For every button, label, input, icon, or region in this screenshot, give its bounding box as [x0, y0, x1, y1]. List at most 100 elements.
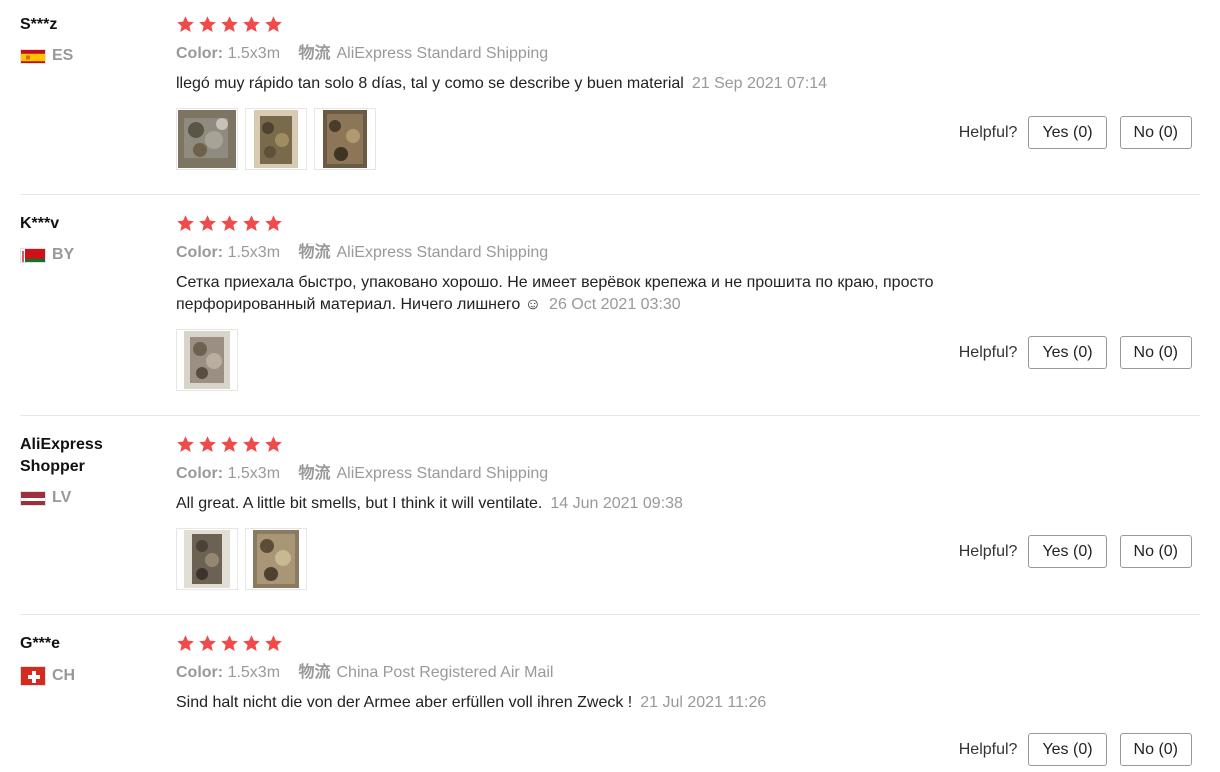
star-icon: [220, 214, 239, 233]
spain-flag-icon: [20, 48, 46, 64]
helpful-label: Helpful?: [958, 740, 1018, 758]
country-code: LV: [52, 489, 72, 506]
country-code: BY: [52, 246, 75, 263]
review-text: llegó muy rápido tan solo 8 días, tal y …: [176, 73, 1036, 95]
review-photos: [176, 108, 376, 170]
review-date: 21 Jul 2021 11:26: [640, 694, 767, 711]
shipping-label: 物流: [298, 664, 331, 681]
color-value: 1.5x3m: [227, 45, 281, 62]
review-date: 26 Oct 2021 03:30: [549, 296, 681, 313]
helpful-controls: Helpful? Yes (0) No (0): [959, 733, 1192, 766]
star-icon: [176, 634, 195, 653]
star-icon: [198, 634, 217, 653]
helpful-no-button[interactable]: No (0): [1119, 535, 1192, 568]
review-divider: [20, 194, 1200, 195]
star-icon: [242, 15, 261, 34]
helpful-label: Helpful?: [958, 343, 1018, 361]
country-code: ES: [52, 47, 74, 64]
helpful-yes-button[interactable]: Yes (0): [1028, 535, 1107, 568]
review-meta: Color: 1.5x3m 物流 AliExpress Standard Ship…: [176, 43, 1200, 65]
reviewer-country: LV: [20, 489, 71, 507]
star-icon: [242, 634, 261, 653]
review-photo[interactable]: [245, 528, 307, 590]
helpful-no-button[interactable]: No (0): [1119, 336, 1192, 369]
reviewer-name: S***z: [20, 16, 58, 33]
reviewer-name: AliExpress Shopper: [20, 436, 103, 475]
star-icon: [264, 634, 283, 653]
latvia-flag-icon: [20, 490, 46, 506]
reviewer-name: G***e: [20, 635, 61, 652]
review-divider: [20, 614, 1200, 615]
star-icon: [176, 214, 195, 233]
review-text: Sind halt nicht die von der Armee aber e…: [176, 692, 1036, 714]
review-photo[interactable]: [245, 108, 307, 170]
review-photo[interactable]: [314, 108, 376, 170]
shipping-value: China Post Registered Air Mail: [336, 664, 554, 681]
color-value: 1.5x3m: [227, 465, 281, 482]
review-body: All great. A little bit smells, but I th…: [176, 495, 543, 512]
shipping-value: AliExpress Standard Shipping: [336, 45, 549, 62]
star-icon: [264, 214, 283, 233]
review-meta: Color: 1.5x3m 物流 China Post Registered Ai…: [176, 662, 1200, 684]
review-photos: [176, 528, 307, 590]
reviewer-country: BY: [20, 246, 74, 264]
review-text: All great. A little bit smells, but I th…: [176, 493, 1036, 515]
review-item: AliExpress Shopper LV Color: 1.5x3m 物流 Al…: [20, 434, 1200, 615]
shipping-value: AliExpress Standard Shipping: [336, 465, 549, 482]
helpful-label: Helpful?: [958, 542, 1018, 560]
review-content: Color: 1.5x3m 物流 AliExpress Standard Ship…: [176, 14, 1200, 95]
star-rating: [176, 633, 1200, 653]
review-photo[interactable]: [176, 528, 238, 590]
review-photo[interactable]: [176, 108, 238, 170]
star-icon: [220, 634, 239, 653]
review-content: Color: 1.5x3m 物流 AliExpress Standard Ship…: [176, 434, 1200, 515]
star-icon: [264, 15, 283, 34]
star-rating: [176, 14, 1200, 34]
color-label: Color:: [176, 45, 224, 62]
shipping-label: 物流: [298, 465, 331, 482]
shipping-label: 物流: [298, 45, 331, 62]
review-item: G***e CH Color: 1.5x3m 物流 China Post Regi…: [20, 633, 1200, 772]
star-icon: [198, 214, 217, 233]
color-value: 1.5x3m: [227, 664, 281, 681]
review-photo[interactable]: [176, 329, 238, 391]
review-item: K***v BY Color: 1.5x3m 物流 AliExpress Stan…: [20, 213, 1200, 416]
star-icon: [198, 15, 217, 34]
switzerland-flag-icon: [20, 666, 46, 686]
review-item: S***z ES Color: 1.5x3m 物流 AliExpress Stan…: [20, 14, 1200, 195]
review-meta: Color: 1.5x3m 物流 AliExpress Standard Ship…: [176, 463, 1200, 485]
reviewer-country: ES: [20, 47, 73, 65]
color-label: Color:: [176, 664, 224, 681]
star-icon: [242, 214, 261, 233]
helpful-yes-button[interactable]: Yes (0): [1028, 733, 1107, 766]
star-icon: [220, 435, 239, 454]
country-code: CH: [52, 667, 76, 684]
helpful-yes-button[interactable]: Yes (0): [1028, 116, 1107, 149]
star-icon: [198, 435, 217, 454]
review-date: 21 Sep 2021 07:14: [691, 75, 828, 92]
review-text: Сетка приехала быстро, упаковано хорошо.…: [176, 272, 1036, 316]
reviewer-country: CH: [20, 666, 75, 686]
helpful-no-button[interactable]: No (0): [1119, 733, 1192, 766]
review-body: llegó muy rápido tan solo 8 días, tal y …: [176, 75, 684, 92]
reviewer-name: K***v: [20, 215, 60, 232]
shipping-label: 物流: [298, 244, 331, 261]
helpful-controls: Helpful? Yes (0) No (0): [959, 336, 1192, 369]
color-label: Color:: [176, 244, 224, 261]
review-content: Color: 1.5x3m 物流 AliExpress Standard Ship…: [176, 213, 1200, 316]
review-divider: [20, 415, 1200, 416]
helpful-no-button[interactable]: No (0): [1119, 116, 1192, 149]
helpful-controls: Helpful? Yes (0) No (0): [959, 116, 1192, 149]
color-label: Color:: [176, 465, 224, 482]
helpful-yes-button[interactable]: Yes (0): [1028, 336, 1107, 369]
color-value: 1.5x3m: [227, 244, 281, 261]
belarus-flag-icon: [20, 247, 46, 263]
star-rating: [176, 213, 1200, 233]
star-icon: [264, 435, 283, 454]
star-icon: [220, 15, 239, 34]
review-body: Sind halt nicht die von der Armee aber e…: [176, 694, 633, 711]
review-meta: Color: 1.5x3m 物流 AliExpress Standard Ship…: [176, 242, 1200, 264]
helpful-controls: Helpful? Yes (0) No (0): [959, 535, 1192, 568]
star-rating: [176, 434, 1200, 454]
review-photos: [176, 329, 238, 391]
